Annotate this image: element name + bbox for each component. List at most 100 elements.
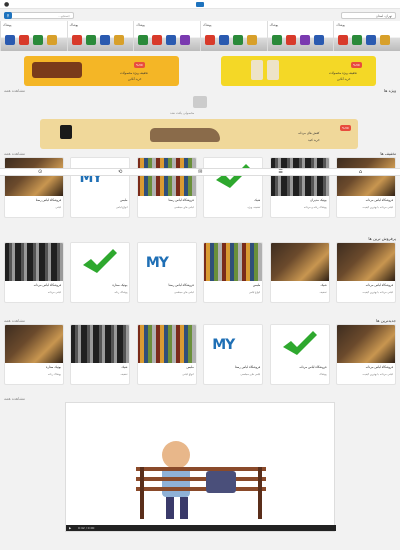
search-placeholder: جستجو...: [58, 14, 70, 18]
shirt-icon: [99, 35, 110, 45]
video-player[interactable]: ▶ 0:00 / 0:42: [65, 402, 336, 532]
home-icon[interactable]: ⌂: [359, 169, 362, 175]
search-icon[interactable]: ⚲: [4, 12, 12, 19]
product-card[interactable]: بوتیک ستاره پوشاک زنانه: [4, 324, 65, 385]
product-title: فروشگاه لباس رستا: [35, 198, 62, 202]
product-desc: پوشاک: [319, 373, 327, 376]
product-title: ملبس: [120, 198, 128, 202]
product-image: MY: [71, 158, 130, 196]
product-card[interactable]: ملبس انواع لباس: [136, 324, 197, 385]
product-card[interactable]: ملبس انواع لباس: [203, 242, 264, 303]
category-item[interactable]: پوشاک: [66, 21, 134, 51]
section-view-all-link[interactable]: مشاهده همه: [4, 396, 25, 401]
product-card[interactable]: فروشگاه لباس مردانه لباس مردانه با بهترین…: [336, 242, 396, 303]
ad-banner-left[interactable]: %30 تخفیف ویژه محصولات خرید آنلاین: [24, 56, 179, 86]
video-time: 0:00 / 0:42: [78, 526, 95, 530]
category-label: پوشاک: [336, 23, 345, 27]
product-card[interactable]: MY فروشگاه لباس رستا لباس های مجلسی: [136, 242, 197, 303]
product-title: شیک: [320, 283, 327, 287]
search-input[interactable]: جستجو... ⚲: [4, 12, 74, 19]
video-controls[interactable]: ▶ 0:00 / 0:42: [66, 525, 336, 531]
product-image: [137, 158, 196, 196]
product-desc: لباس: [55, 206, 62, 209]
product-card[interactable]: فروشگاه لباس مردانه لباس مردانه با بهترین…: [336, 324, 396, 385]
product-desc: انواع لباس: [182, 373, 194, 376]
category-item[interactable]: پوشاک: [133, 21, 200, 51]
category-label: پوشاک: [202, 23, 212, 27]
product-card[interactable]: شیک تخفیف ویژه: [203, 157, 264, 218]
video-frame-illustration: [136, 441, 266, 519]
brand-logo: MY: [145, 255, 169, 271]
product-image: [337, 243, 395, 281]
product-image: MY: [204, 325, 263, 363]
shirt-icon: [32, 35, 43, 45]
product-desc: پوشاک زنانه و مردانه: [303, 206, 327, 209]
product-image: [204, 243, 263, 281]
shirt-icon: [232, 35, 243, 45]
shirt-icon: [246, 35, 257, 45]
ad-banner-right[interactable]: %30 تخفیف ویژه محصولات خرید آنلاین: [221, 56, 376, 86]
product-card[interactable]: فروشگاه لباس مردانه پوشاک: [269, 324, 330, 385]
profile-icon[interactable]: ⊙: [38, 169, 42, 175]
search-row: تهران، استان جستجو... ⚲: [0, 12, 400, 20]
product-title: ملبس: [186, 365, 194, 369]
ad-text: کفش های مردانه: [298, 131, 320, 135]
user-icon[interactable]: ●: [4, 1, 9, 8]
product-desc: لباس های مجلسی: [240, 373, 261, 376]
product-title: فروشگاه لباس مردانه: [365, 283, 393, 287]
category-item[interactable]: پوشاک: [266, 21, 334, 51]
section-title: پرفروش ترین ها: [368, 236, 396, 241]
product-image: [337, 158, 395, 196]
product-card[interactable]: MY ملبس انواع لباس: [70, 157, 131, 218]
product-title: ملبس: [252, 283, 261, 287]
product-image: [5, 325, 64, 363]
product-grid-row-3: فروشگاه لباس مردانه لباس مردانه با بهترین…: [4, 324, 396, 385]
category-item[interactable]: پوشاک: [199, 21, 267, 51]
product-desc: انواع لباس: [248, 291, 261, 294]
location-label: تهران، استان: [375, 14, 392, 18]
discount-badge: %30: [134, 62, 145, 68]
product-image: [71, 243, 130, 281]
product-card[interactable]: بوتیک مدیران پوشاک زنانه و مردانه: [269, 157, 330, 218]
shirt-icon: [85, 35, 96, 45]
shirt-icon: [18, 35, 29, 45]
play-icon[interactable]: ▶: [69, 526, 71, 530]
refresh-icon[interactable]: ⟲: [118, 169, 122, 175]
product-image: [267, 60, 279, 80]
product-title: فروشگاه لباس مردانه: [365, 198, 393, 202]
product-card[interactable]: فروشگاه لباس رستا لباس: [4, 157, 65, 218]
section-view-all-link[interactable]: مشاهده همه: [4, 151, 25, 156]
category-label: پوشاک: [69, 23, 79, 27]
product-title: بوتیک ستاره: [45, 365, 62, 369]
product-card[interactable]: بوتیک ستاره پوشاک زنانه: [70, 242, 131, 303]
product-card[interactable]: فروشگاه لباس مردانه لباس مردانه: [4, 242, 65, 303]
section-view-all-link[interactable]: مشاهده همه: [4, 88, 25, 93]
shoe-image: [150, 128, 220, 142]
product-title: فروشگاه لباس رستا: [234, 365, 261, 369]
product-image: [270, 243, 329, 281]
product-desc: تخفیف: [120, 373, 128, 376]
category-label: پوشاک: [269, 23, 279, 27]
shirt-icon: [71, 35, 82, 45]
location-selector[interactable]: تهران، استان: [341, 12, 396, 19]
shirt-icon: [352, 35, 363, 45]
category-item[interactable]: پوشاک: [0, 21, 67, 51]
product-image: [337, 325, 395, 363]
message-icon[interactable]: ✉: [198, 169, 202, 175]
product-image: [270, 325, 329, 363]
shirt-icon: [152, 35, 163, 45]
product-card[interactable]: شیک تخفیف: [269, 242, 330, 303]
top-bar: ●: [0, 0, 400, 9]
shirt-icon: [180, 35, 191, 45]
product-title: فروشگاه لباس مردانه: [299, 365, 327, 369]
product-card[interactable]: MY فروشگاه لباس رستا لباس های مجلسی: [203, 324, 264, 385]
category-item[interactable]: پوشاک: [333, 21, 400, 51]
section-view-all-link[interactable]: مشاهده همه: [4, 318, 25, 323]
product-card[interactable]: شیک تخفیف: [70, 324, 131, 385]
ad-banner-wide[interactable]: %30 کفش های مردانه خرید کنید: [40, 119, 358, 149]
product-card[interactable]: فروشگاه لباس مردانه لباس مردانه با بهترین…: [336, 157, 396, 218]
site-logo[interactable]: [196, 2, 204, 7]
product-card[interactable]: فروشگاه لباس رستا لباس های مجلسی: [136, 157, 197, 218]
category-icon[interactable]: ☰: [278, 169, 282, 175]
product-desc: لباس های مجلسی: [174, 206, 194, 209]
